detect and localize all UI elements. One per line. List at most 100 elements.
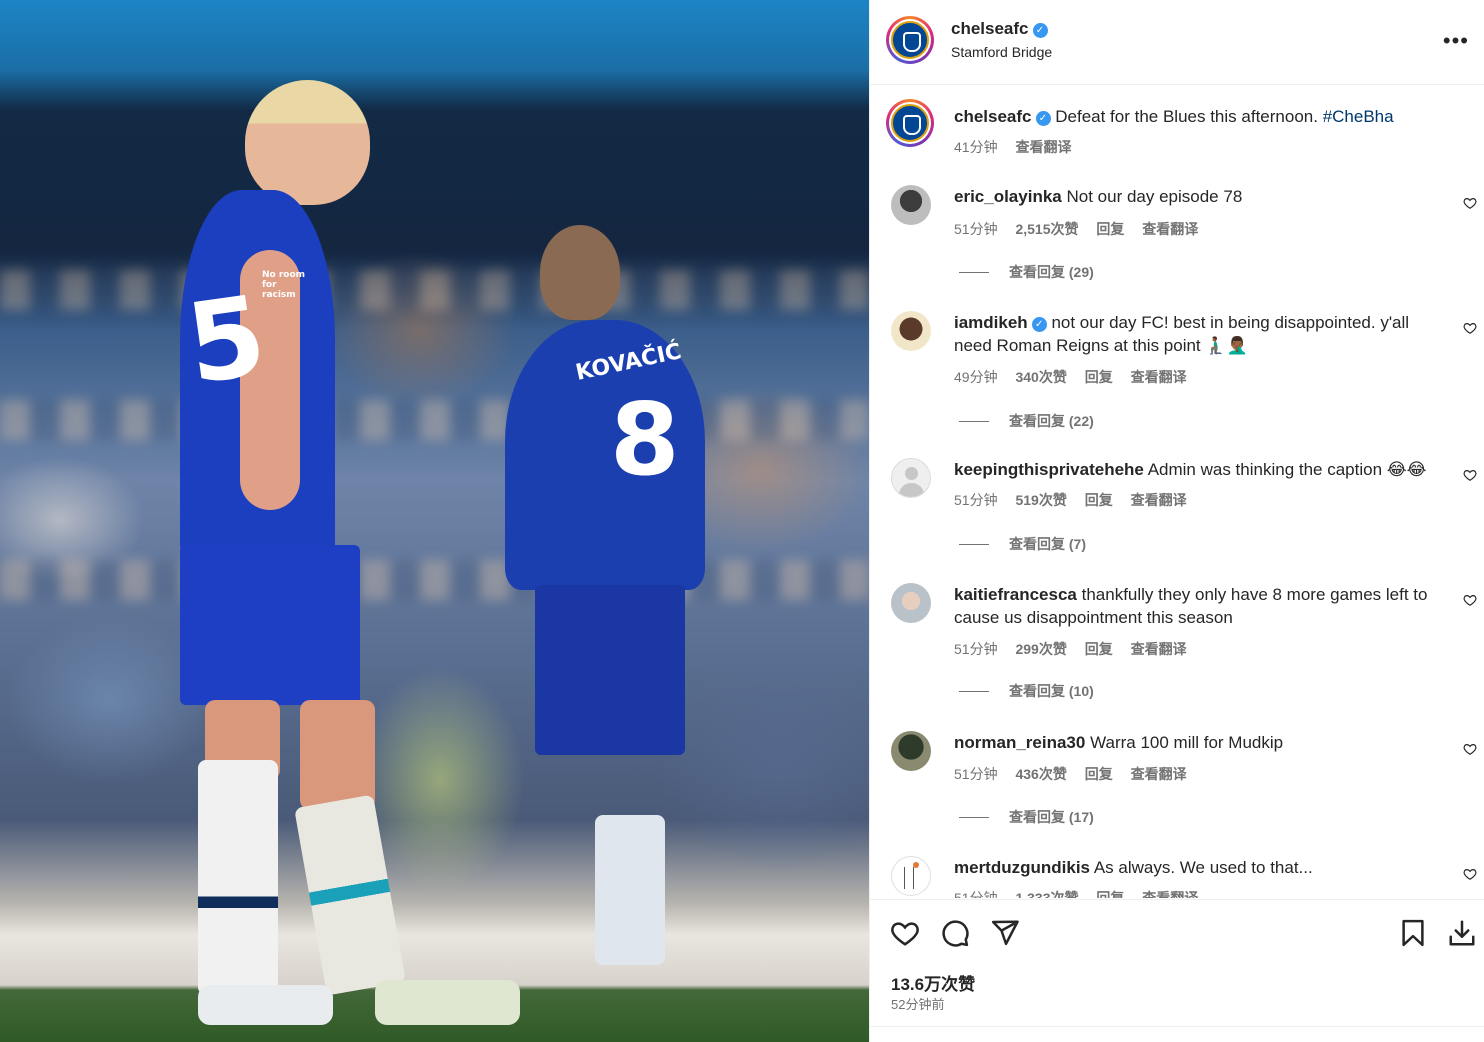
- reply-button[interactable]: 回复: [1096, 221, 1124, 237]
- chelsea-crest-icon: [891, 21, 929, 59]
- bookmark-icon[interactable]: [1398, 918, 1428, 948]
- avatar[interactable]: [886, 16, 934, 64]
- reply-button[interactable]: 回复: [1096, 890, 1124, 898]
- comment-username[interactable]: kaitiefrancesca: [954, 585, 1077, 604]
- view-replies-button[interactable]: 查看回复 (22): [959, 411, 1094, 431]
- translate-link[interactable]: 查看翻译: [1131, 369, 1187, 385]
- replies-divider: [959, 272, 989, 273]
- avatar[interactable]: [891, 185, 931, 225]
- caption-hashtag[interactable]: #CheBha: [1323, 107, 1394, 126]
- bottom-divider: [870, 1026, 1484, 1042]
- translate-link[interactable]: 查看翻译: [1015, 139, 1071, 155]
- replies-divider: [959, 421, 989, 422]
- header-username[interactable]: chelseafc: [951, 19, 1029, 38]
- post-photo[interactable]: KOVAČIĆ 8 5 No room for racism: [0, 0, 869, 1042]
- player-shorts: [180, 545, 360, 705]
- post-time: 52分钟前: [891, 997, 945, 1012]
- comment-username[interactable]: keepingthisprivatehehe: [954, 460, 1144, 479]
- comment-username[interactable]: eric_olayinka: [954, 187, 1062, 206]
- comment-likes[interactable]: 2,515次赞: [1015, 221, 1078, 237]
- translate-link[interactable]: 查看翻译: [1142, 890, 1198, 898]
- like-count[interactable]: 13.6万次赞: [891, 970, 975, 995]
- comment-time: 51分钟: [954, 766, 998, 782]
- avatar[interactable]: [886, 99, 934, 147]
- heart-icon[interactable]: [1463, 196, 1477, 210]
- crowd-blur: [0, 400, 869, 440]
- comment-time: 51分钟: [954, 492, 998, 508]
- view-replies-label: 查看回复 (22): [1009, 413, 1094, 429]
- comment-username[interactable]: iamdikeh: [954, 313, 1028, 332]
- avatar[interactable]: [891, 856, 931, 896]
- translate-link[interactable]: 查看翻译: [1131, 492, 1187, 508]
- player-head: [245, 80, 370, 205]
- player-sock: [198, 760, 278, 995]
- post-header: chelseafc ✓ Stamford Bridge •••: [870, 0, 1484, 85]
- avatar[interactable]: [891, 458, 931, 498]
- reply-button[interactable]: 回复: [1085, 369, 1113, 385]
- action-bar: 13.6万次赞 52分钟前: [870, 899, 1484, 1042]
- avatar[interactable]: [891, 583, 931, 623]
- comment-likes[interactable]: 436次赞: [1015, 766, 1066, 782]
- comment-username[interactable]: mertduzgundikis: [954, 858, 1090, 877]
- heart-icon[interactable]: [1463, 867, 1477, 881]
- reply-button[interactable]: 回复: [1085, 492, 1113, 508]
- caption-meta: 41分钟 查看翻译: [954, 137, 1085, 157]
- view-replies-button[interactable]: 查看回复 (17): [959, 807, 1094, 827]
- translate-link[interactable]: 查看翻译: [1142, 221, 1198, 237]
- post-side-panel: chelseafc ✓ Stamford Bridge ••• chelseafc…: [869, 0, 1484, 1042]
- verified-icon: ✓: [1035, 111, 1051, 126]
- avatar[interactable]: [891, 311, 931, 351]
- view-replies-button[interactable]: 查看回复 (29): [959, 262, 1094, 282]
- comment-username[interactable]: norman_reina30: [954, 733, 1085, 752]
- comment-likes[interactable]: 340次赞: [1015, 369, 1066, 385]
- comment-time: 51分钟: [954, 890, 998, 898]
- comment-text: Not our day episode 78: [1066, 187, 1243, 206]
- header-location[interactable]: Stamford Bridge: [951, 44, 1052, 60]
- crowd-blur: [0, 270, 869, 310]
- translate-link[interactable]: 查看翻译: [1131, 766, 1187, 782]
- share-icon[interactable]: [990, 918, 1020, 948]
- view-replies-label: 查看回复 (10): [1009, 683, 1094, 699]
- heart-icon[interactable]: [890, 918, 920, 948]
- comment-icon[interactable]: [940, 918, 970, 948]
- comments-list[interactable]: chelseafc ✓ Defeat for the Blues this aft…: [870, 86, 1484, 898]
- reply-button[interactable]: 回复: [1085, 766, 1113, 782]
- comment-likes[interactable]: 1,333次赞: [1015, 890, 1078, 898]
- comment-text: Warra 100 mill for Mudkip: [1090, 733, 1284, 752]
- comment-text: Admin was thinking the caption 😂😂: [1147, 460, 1427, 479]
- comment-likes[interactable]: 299次赞: [1015, 641, 1066, 657]
- view-replies-label: 查看回复 (7): [1009, 536, 1086, 552]
- caption-text: Defeat for the Blues this afternoon.: [1055, 107, 1318, 126]
- comment-time: 51分钟: [954, 641, 998, 657]
- sleeve-text: No room for racism: [262, 270, 306, 300]
- comment-time: 51分钟: [954, 221, 998, 237]
- heart-icon[interactable]: [1463, 593, 1477, 607]
- player-boot: [375, 980, 520, 1025]
- heart-icon[interactable]: [1463, 321, 1477, 335]
- front-shirt-number: 5: [179, 271, 274, 409]
- avatar[interactable]: [891, 731, 931, 771]
- comment-time: 49分钟: [954, 369, 998, 385]
- download-icon[interactable]: [1447, 918, 1477, 948]
- comment-text: As always. We used to that...: [1093, 858, 1313, 877]
- replies-divider: [959, 544, 989, 545]
- view-replies-label: 查看回复 (17): [1009, 809, 1094, 825]
- heart-icon[interactable]: [1463, 742, 1477, 756]
- background-player-sock: [595, 815, 665, 965]
- caption-time: 41分钟: [954, 139, 998, 155]
- more-icon[interactable]: •••: [1443, 28, 1469, 54]
- view-replies-button[interactable]: 查看回复 (10): [959, 681, 1094, 701]
- view-replies-label: 查看回复 (29): [1009, 264, 1094, 280]
- replies-divider: [959, 817, 989, 818]
- reply-button[interactable]: 回复: [1085, 641, 1113, 657]
- translate-link[interactable]: 查看翻译: [1131, 641, 1187, 657]
- verified-icon: ✓: [1031, 317, 1047, 332]
- caption-username[interactable]: chelseafc: [954, 107, 1032, 126]
- view-replies-button[interactable]: 查看回复 (7): [959, 534, 1086, 554]
- crowd-blur: [0, 560, 869, 600]
- heart-icon[interactable]: [1463, 468, 1477, 482]
- player-leg: [300, 700, 375, 810]
- comment-likes[interactable]: 519次赞: [1015, 492, 1066, 508]
- replies-divider: [959, 691, 989, 692]
- player-sock: [294, 794, 406, 996]
